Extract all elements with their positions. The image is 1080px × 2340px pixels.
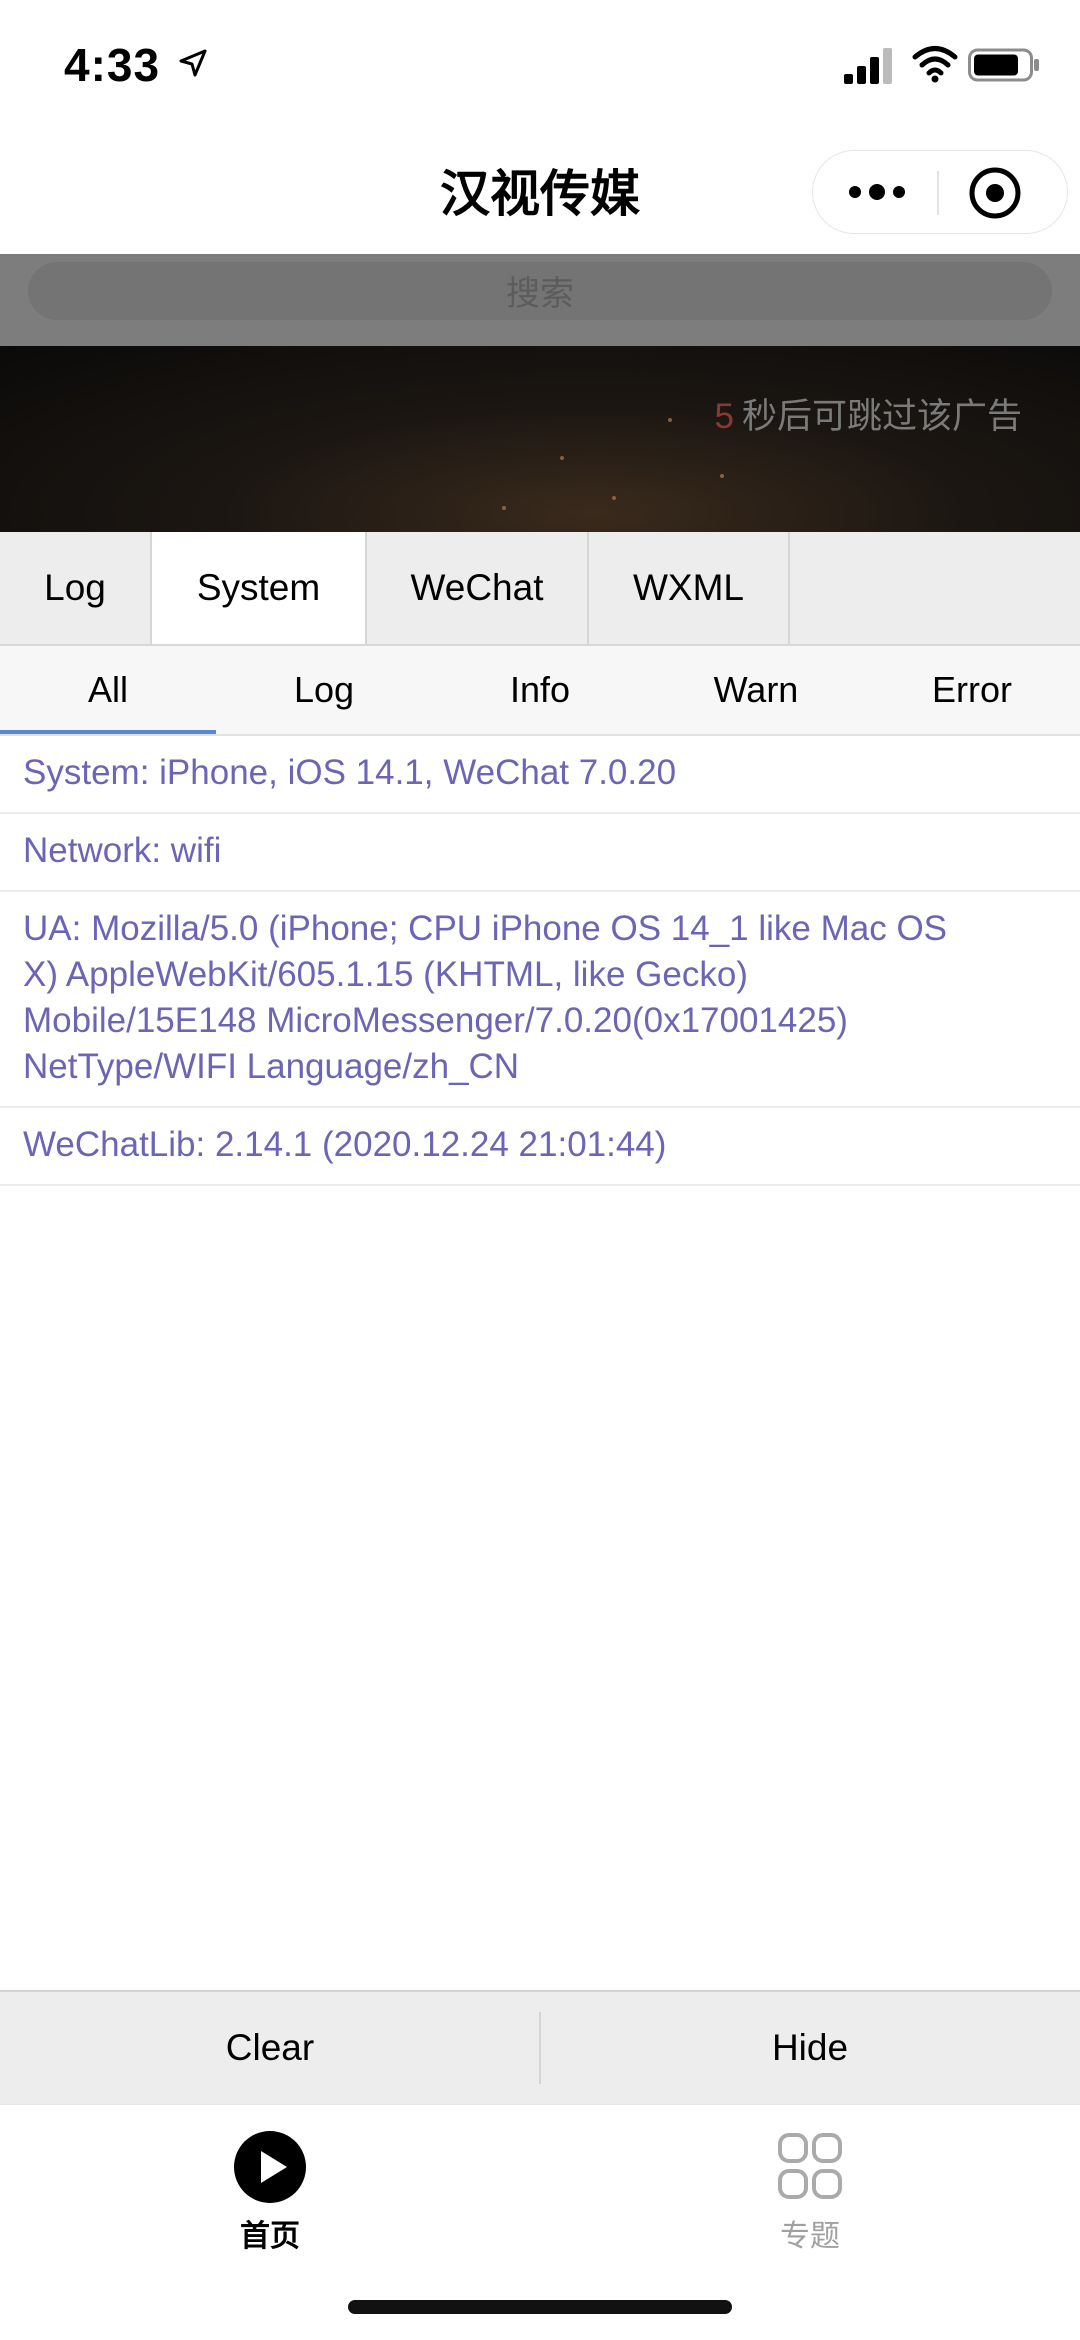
- log-item: WeChatLib: 2.14.1 (2020.12.24 21:01:44): [0, 1108, 1080, 1186]
- tab-system[interactable]: System: [152, 532, 367, 644]
- tabbar-item-topics[interactable]: 专题: [540, 2115, 1080, 2255]
- wifi-icon: [912, 46, 958, 83]
- close-miniprogram-icon[interactable]: [967, 165, 1023, 221]
- tabbar-label-topics: 专题: [780, 2220, 840, 2253]
- more-icon[interactable]: [847, 181, 907, 203]
- ad-skip-text: 5 秒后可跳过该广告: [715, 388, 1022, 439]
- tabbar-item-home[interactable]: 首页: [0, 2115, 540, 2255]
- status-time: 4:33: [64, 39, 161, 91]
- location-arrow-icon: [179, 49, 207, 77]
- vconsole-subtab-bar: All Log Info Warn Error: [0, 646, 1080, 736]
- tab-wechat[interactable]: WeChat: [367, 532, 589, 644]
- hide-button[interactable]: Hide: [540, 1992, 1080, 2104]
- log-item: UA: Mozilla/5.0 (iPhone; CPU iPhone OS 1…: [0, 892, 1080, 1108]
- mini-program-capsule: [812, 150, 1068, 234]
- clear-button[interactable]: Clear: [0, 1992, 540, 2104]
- grid-icon: [778, 2133, 842, 2199]
- tabbar-label-home: 首页: [240, 2220, 300, 2253]
- subtab-error[interactable]: Error: [864, 646, 1080, 734]
- navigation-bar: 汉视传媒: [0, 130, 1080, 254]
- tab-log[interactable]: Log: [0, 532, 152, 644]
- cellular-signal-icon: [844, 48, 892, 84]
- capsule-divider: [937, 171, 939, 215]
- log-item: Network: wifi: [0, 814, 1080, 892]
- log-list: System: iPhone, iOS 14.1, WeChat 7.0.20 …: [0, 736, 1080, 1186]
- ad-skip-label: 秒后可跳过该广告: [741, 397, 1022, 436]
- ad-countdown: 5: [714, 397, 734, 436]
- battery-icon: [968, 48, 1039, 82]
- status-bar: 4:33: [0, 0, 1080, 130]
- ad-banner[interactable]: 5 秒后可跳过该广告: [0, 346, 1080, 532]
- subtab-info[interactable]: Info: [432, 646, 648, 734]
- vconsole-footer: Clear Hide: [0, 1990, 1080, 2104]
- subtab-warn[interactable]: Warn: [648, 646, 864, 734]
- subtab-log[interactable]: Log: [216, 646, 432, 734]
- home-indicator: [348, 2300, 732, 2314]
- log-item: System: iPhone, iOS 14.1, WeChat 7.0.20: [0, 736, 1080, 814]
- tab-wxml[interactable]: WXML: [589, 532, 790, 644]
- play-circle-icon: [234, 2131, 306, 2203]
- vconsole-tab-bar: Log System WeChat WXML: [0, 532, 1080, 646]
- subtab-all[interactable]: All: [0, 646, 216, 734]
- search-area: 搜索: [0, 254, 1080, 346]
- search-placeholder: 搜索: [506, 275, 574, 313]
